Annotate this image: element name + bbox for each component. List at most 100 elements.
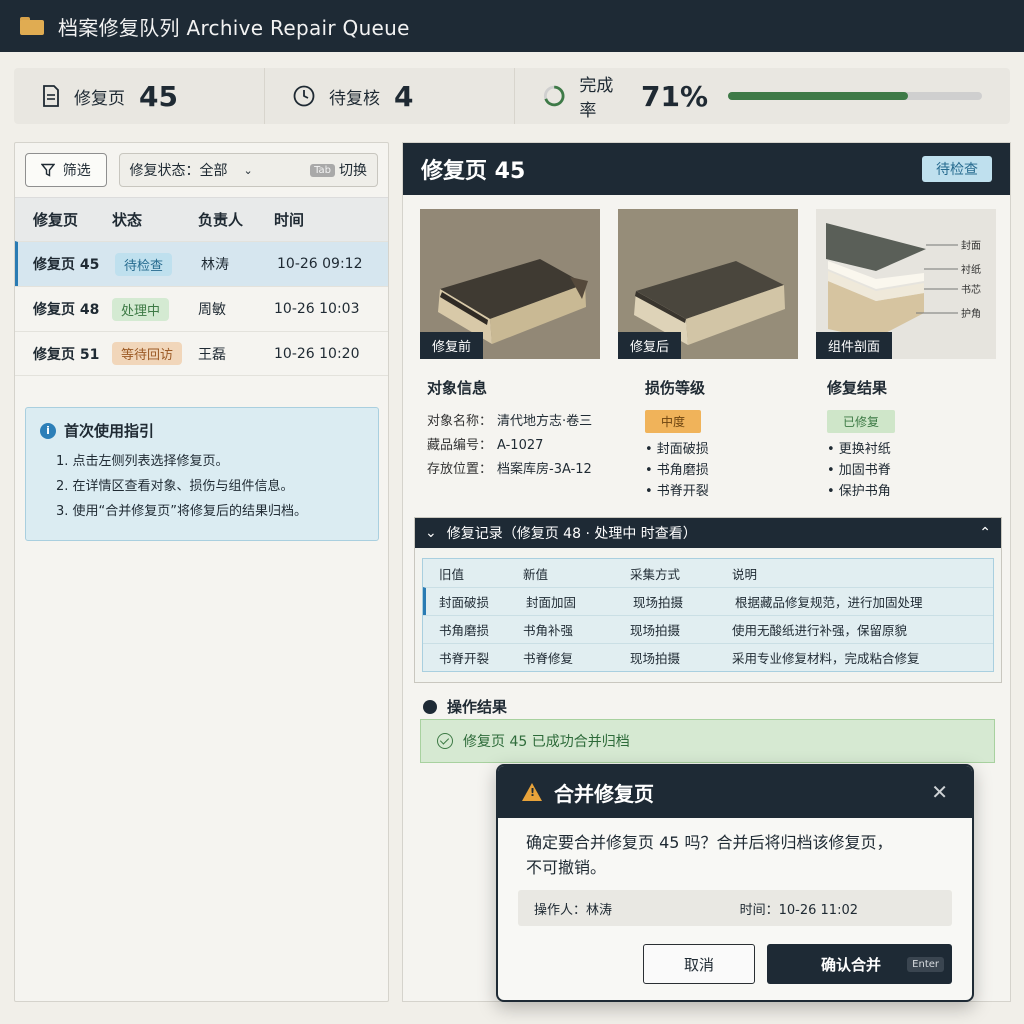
method: 现场拍摄 (633, 595, 684, 610)
photo-after[interactable]: 修复后 (618, 209, 798, 359)
stat-pages-value: 45 (139, 79, 178, 113)
close-icon[interactable]: ✕ (931, 780, 948, 804)
guide-step: 2. 在详情区查看对象、损伤与组件信息。 (56, 479, 294, 494)
old-value: 书脊开裂 (439, 651, 490, 666)
section-label: 护角 (961, 307, 981, 320)
row-time: 10-26 10:03 (274, 301, 360, 317)
repair-result: 修复结果 已修复 • 更换衬纸 • 加固书脊 • 保护书角 (827, 377, 997, 502)
stat-review: 待复核 4 (264, 68, 514, 124)
repair-result-title: 修复结果 (827, 379, 888, 397)
status-filter-value: 修复状态：全部 (129, 163, 228, 179)
progress-ring-icon (543, 85, 565, 107)
records-table-header: 旧值 新值 采集方式 说明 (423, 559, 993, 587)
queue-table-header: 修复页 状态 负责人 时间 (15, 197, 388, 241)
row-time: 10-26 10:20 (274, 345, 360, 362)
filter-button-label: 筛选 (62, 163, 91, 179)
dialog-operator: 操作人：林涛 (534, 902, 613, 918)
stats-bar: 修复页 45 待复核 4 完成率 71% (14, 68, 1010, 124)
completion-progress-bar (728, 92, 982, 100)
stat-review-label: 待复核 (329, 88, 380, 109)
title-bar: 档案修复队列 Archive Repair Queue (0, 0, 1024, 1002)
col-owner: 负责人 (198, 211, 244, 229)
enter-key-hint: Enter (907, 956, 944, 972)
status-badge: 等待回访 (112, 342, 183, 365)
records-header[interactable]: ⌄ 修复记录（修复页 48 · 处理中 时查看） ⌃ (415, 518, 1001, 548)
status-badge: 待检查 (115, 252, 173, 276)
chevron-down-icon: ⌄ (243, 163, 253, 177)
onboarding-guide: i 首次使用指引 1. 点击左侧列表选择修复页。 2. 在详情区查看对象、损伤与… (25, 407, 379, 541)
note: 根据藏品修复规范，进行加固处理 (735, 595, 923, 610)
section-label: 衬纸 (961, 263, 981, 276)
confirm-merge-button[interactable]: 确认合并 Enter (767, 944, 952, 984)
records-title: 修复记录（修复页 48 · 处理中 时查看） (446, 526, 697, 542)
row-page: 修复页 48 (33, 302, 100, 318)
new-value: 书脊修复 (523, 651, 574, 666)
records-table: 旧值 新值 采集方式 说明 封面破损 封面加固 现场拍摄 根据藏品修复规范，进行… (422, 558, 994, 672)
table-row[interactable]: 修复页 51 等待回访 王磊 10-26 10:20 (15, 331, 388, 376)
stat-pages-label: 修复页 (74, 88, 125, 109)
method: 现场拍摄 (630, 623, 681, 638)
damage-item: • 书脊开裂 (645, 484, 709, 499)
old-value: 书角磨损 (439, 623, 490, 638)
object-info-title: 对象信息 (427, 379, 488, 397)
object-location-value: 档案库房-3A-12 (497, 462, 592, 477)
completion-progress-fill (728, 92, 909, 100)
table-row[interactable]: 修复页 48 处理中 周敏 10-26 10:03 (15, 286, 388, 331)
col-note: 说明 (732, 566, 758, 582)
status-badge: 处理中 (112, 297, 170, 321)
stat-pages: 修复页 45 (14, 68, 264, 124)
stat-review-value: 4 (394, 79, 414, 113)
photo-section[interactable]: 封面 衬纸 书芯 护角 组件剖面 (816, 209, 996, 359)
photo-caption: 组件剖面 (816, 332, 893, 359)
dialog-header: 合并修复页 ✕ (498, 766, 972, 818)
method: 现场拍摄 (630, 651, 681, 666)
chevron-up-icon[interactable]: ⌃ (979, 525, 991, 541)
col-new-value: 新值 (523, 566, 549, 582)
dialog-message-line: 确定要合并修复页 45 吗？合并后将归档该修复页， (526, 833, 893, 852)
object-name-key: 对象名称： (427, 414, 493, 429)
guide-title: 首次使用指引 (64, 422, 155, 440)
section-label: 书芯 (961, 283, 981, 296)
object-location-key: 存放位置： (427, 462, 493, 477)
photo-caption: 修复前 (420, 332, 484, 359)
col-old-value: 旧值 (439, 566, 465, 582)
status-filter-select[interactable]: 修复状态：全部 ⌄ Tab 切换 (118, 153, 378, 187)
repair-result-badge: 已修复 (827, 410, 896, 433)
guide-step: 3. 使用“合并修复页”将修复后的结果归档。 (56, 504, 308, 519)
filter-button[interactable]: 筛选 (25, 153, 107, 187)
repair-item: • 更换衬纸 (827, 442, 891, 457)
info-icon: i (40, 422, 56, 439)
col-time: 时间 (274, 211, 305, 229)
note: 采用专业修复材料，完成粘合修复 (732, 651, 920, 666)
operation-result-title: 操作结果 (447, 698, 508, 716)
photo-caption: 修复后 (618, 332, 682, 359)
object-name-value: 清代地方志·卷三 (497, 414, 593, 429)
confirm-merge-label: 确认合并 (821, 955, 882, 974)
table-row[interactable]: 修复页 45 待检查 林涛 10-26 09:12 (15, 241, 388, 286)
row-owner: 林涛 (201, 257, 229, 273)
chevron-down-icon[interactable]: ⌄ (425, 525, 437, 541)
table-row[interactable]: 书角磨损 书角补强 现场拍摄 使用无酸纸进行补强，保留原貌 (423, 615, 993, 643)
document-icon (43, 85, 59, 107)
row-owner: 王磊 (198, 346, 226, 363)
cancel-button[interactable]: 取消 (643, 944, 755, 984)
folder-icon (20, 17, 44, 35)
stat-completion-label: 完成率 (579, 76, 614, 121)
col-method: 采集方式 (630, 566, 681, 582)
new-value: 书角补强 (523, 623, 574, 638)
photo-before[interactable]: 修复前 (420, 209, 600, 359)
damage-level-badge: 中度 (645, 410, 702, 433)
guide-step: 1. 点击左侧列表选择修复页。 (56, 454, 229, 469)
repair-records: ⌄ 修复记录（修复页 48 · 处理中 时查看） ⌃ 旧值 新值 采集方式 说明… (414, 517, 1002, 683)
operation-success-banner: 修复页 45 已成功合并归档 (420, 719, 995, 763)
table-row[interactable]: 书脊开裂 书脊修复 现场拍摄 采用专业修复材料，完成粘合修复 (423, 643, 993, 671)
operation-icon (423, 699, 437, 714)
damage-title: 损伤等级 (645, 379, 706, 397)
row-time: 10-26 09:12 (277, 256, 363, 272)
object-info: 对象信息 对象名称： 清代地方志·卷三 藏品编号： A-1027 存放位置： 档案库房… (427, 377, 645, 502)
row-owner: 周敏 (198, 302, 226, 318)
row-page: 修复页 51 (33, 346, 100, 363)
old-value: 封面破损 (439, 595, 490, 610)
table-row[interactable]: 封面破损 封面加固 现场拍摄 根据藏品修复规范，进行加固处理 (423, 587, 993, 615)
note: 使用无酸纸进行补强，保留原貌 (732, 623, 908, 638)
